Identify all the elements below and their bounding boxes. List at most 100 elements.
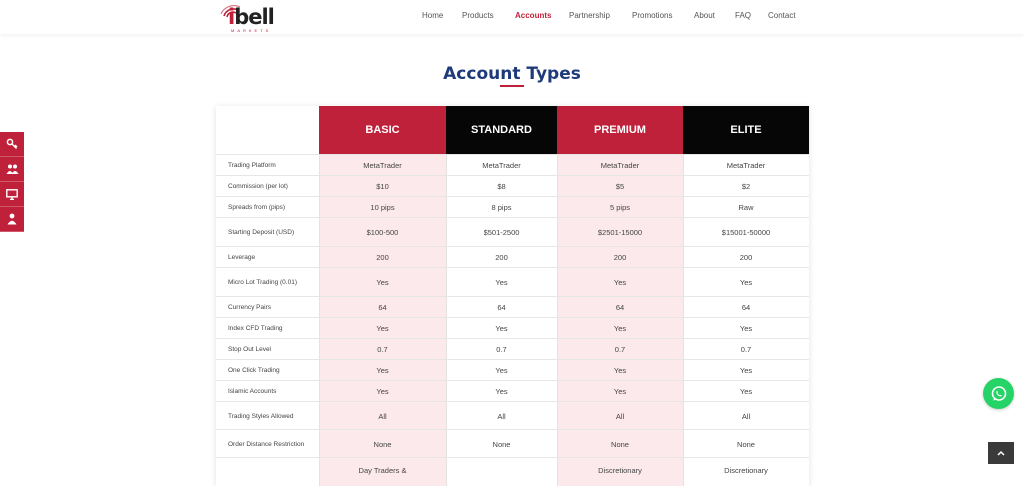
cell-premium: All [615,411,625,421]
row-label: Commission (per lot) [228,183,288,190]
page-title: Account Types [443,64,581,84]
column-header-elite: ELITE [683,106,809,154]
table-row: Starting Deposit (USD) $100-500 $501-2500 $… [216,217,809,247]
table-row: Micro Lot Trading (0.01) Yes Yes Yes Yes [216,267,809,297]
cell-elite: Raw [738,203,754,212]
cell-standard: 8 pips [491,203,512,212]
cell-basic: 200 [376,253,389,262]
row-label [228,458,316,482]
cell-elite: Yes [739,324,753,333]
table-row: Islamic Accounts Yes Yes Yes Yes [216,380,809,402]
cell-premium: 200 [613,253,627,262]
cell-standard: Yes [495,324,508,333]
cell-premium: $2501-15000 [597,228,643,237]
cell-standard: All [497,411,506,421]
monitor-icon [6,188,18,200]
table-row: Leverage 200 200 200 200 [216,246,809,268]
row-label: Trading Styles Allowed [228,412,294,420]
cell-premium: Discretionary [598,465,642,475]
cell-elite: MetaTrader [726,161,766,170]
cell-basic: $10 [376,182,389,191]
whatsapp-button[interactable] [983,378,1014,409]
cell-premium: MetaTrader [600,161,640,170]
row-label: Order Distance Restriction [228,440,305,448]
cell-standard: 0.7 [496,345,507,354]
site-header: ibell MARKETS Home Products Accounts Partne… [0,0,1024,34]
table-row: One Click Trading Yes Yes Yes Yes [216,359,809,381]
cell-premium: 5 pips [609,203,630,212]
nav-promotions[interactable]: Promotions [632,11,672,20]
cell-standard: Yes [495,387,508,396]
cell-basic: MetaTrader [363,161,402,170]
table-row: Order Distance Restriction None None None No… [216,429,809,458]
cell-standard: 200 [495,253,508,262]
cell-elite: All [741,411,751,421]
cell-basic: Yes [376,366,389,375]
cell-premium: 64 [615,303,625,312]
cell-elite: $2 [741,182,751,191]
cell-premium: Yes [613,324,627,333]
nav-faq[interactable]: FAQ [735,11,751,20]
cell-basic: 64 [378,303,387,312]
cell-elite: 64 [741,303,751,312]
row-label: Leverage [228,254,256,261]
cell-premium: 0.7 [614,345,626,354]
cell-premium: Yes [613,366,627,375]
cell-basic: All [378,411,387,421]
column-header-standard: STANDARD [446,106,557,154]
row-label: Starting Deposit (USD) [228,229,295,236]
column-header-premium: PREMIUM [557,106,683,154]
row-label: Trading Platform [228,162,276,169]
cell-standard: Yes [495,366,508,375]
side-button-monitor[interactable] [0,182,24,207]
whatsapp-icon [991,385,1006,401]
cell-elite: Discretionary [724,465,768,475]
main-nav: Home Products Accounts Partnership Promotion… [0,11,1024,23]
nav-accounts[interactable]: Accounts [515,11,551,20]
cell-standard: $501-2500 [483,228,520,237]
side-button-users[interactable] [0,157,24,182]
cell-premium: $5 [615,182,625,191]
cell-elite: None [737,439,755,449]
cell-basic: Day Traders & [358,465,407,475]
row-label: Stop Out Level [228,346,271,353]
row-label: Spreads from (pips) [228,204,286,211]
cell-basic: 0.7 [377,345,388,354]
table-row: Currency Pairs 64 64 64 64 [216,296,809,318]
logo-subtitle: MARKETS [231,28,272,33]
row-label: One Click Trading [228,367,280,374]
row-label: Currency Pairs [228,304,271,311]
side-button-key[interactable] [0,132,24,157]
cell-premium: None [611,439,629,449]
nav-about[interactable]: About [694,11,715,20]
table-row: Day Traders & Discretionary Discretionary [216,457,809,482]
table-row: Trading Platform MetaTrader MetaTrader Meta… [216,154,809,176]
nav-contact[interactable]: Contact [768,11,796,20]
users-icon [6,164,18,174]
side-button-user[interactable] [0,207,24,232]
cell-standard: $8 [497,182,506,191]
table-row: Spreads from (pips) 10 pips 8 pips 5 pips Ra… [216,196,809,218]
row-label: Islamic Accounts [228,388,277,395]
nav-products[interactable]: Products [462,11,494,20]
cell-premium: Yes [613,278,627,287]
nav-partnership[interactable]: Partnership [569,11,610,20]
cell-elite: 200 [739,253,753,262]
back-to-top-button[interactable] [988,442,1014,464]
cell-elite: 0.7 [740,345,752,354]
cell-basic: Yes [376,324,389,333]
nav-home[interactable]: Home [422,11,443,20]
table-row: Trading Styles Allowed All All All All [216,401,809,430]
table-row: Commission (per lot) $10 $8 $5 $2 [216,175,809,197]
cell-standard: 64 [497,303,506,312]
cell-elite: Yes [739,387,753,396]
cell-standard [446,458,557,482]
cell-basic: Yes [376,387,389,396]
cell-basic: Yes [376,278,389,287]
column-header-basic: BASIC [319,106,446,154]
chevron-up-icon [997,450,1005,456]
account-types-table: BASIC STANDARD PREMIUM ELITE Trading Platfor… [216,106,809,486]
cell-basic: 10 pips [370,203,395,212]
user-icon [7,213,17,225]
row-label: Index CFD Trading [228,325,283,332]
